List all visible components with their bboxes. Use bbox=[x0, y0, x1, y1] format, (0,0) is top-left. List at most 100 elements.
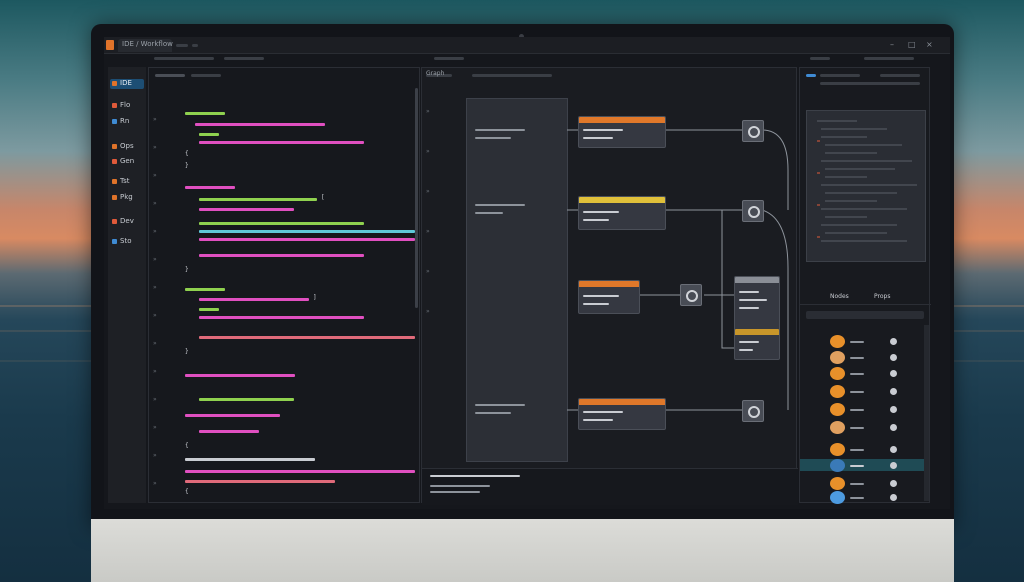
node-target-icon[interactable] bbox=[742, 400, 764, 422]
package-icon bbox=[112, 194, 117, 200]
editor-tab[interactable] bbox=[155, 74, 185, 77]
graph-node[interactable] bbox=[734, 276, 780, 360]
panel-tab[interactable]: Props bbox=[874, 293, 890, 300]
toolbar-item[interactable] bbox=[810, 57, 830, 60]
node-port[interactable] bbox=[583, 411, 623, 413]
node-port[interactable] bbox=[583, 419, 613, 421]
tab-label: IDE / Workflow bbox=[122, 40, 173, 48]
node-port[interactable] bbox=[739, 291, 759, 293]
tab-close-icon[interactable] bbox=[176, 44, 188, 47]
node-graph[interactable]: Graph » » » » » » bbox=[421, 67, 798, 505]
node-port[interactable] bbox=[583, 219, 609, 221]
fold-icon[interactable]: » bbox=[153, 200, 157, 207]
sidebar-item-label: Flo bbox=[120, 101, 131, 109]
node-thumb-icon bbox=[830, 335, 845, 348]
minimap[interactable] bbox=[806, 110, 926, 262]
info-icon[interactable] bbox=[890, 388, 897, 395]
sidebar-item-gen[interactable]: Gen bbox=[112, 157, 134, 167]
code-line bbox=[199, 254, 364, 257]
panel-tab[interactable]: Nodes bbox=[830, 293, 849, 300]
panel-toolbar-item[interactable] bbox=[880, 74, 920, 77]
sidebar-item-ops[interactable]: Ops bbox=[112, 142, 134, 152]
fold-icon[interactable]: » bbox=[153, 172, 157, 179]
node-header bbox=[735, 329, 779, 335]
toolbar-item[interactable] bbox=[434, 57, 464, 60]
sidebar-item-package[interactable]: Pkg bbox=[112, 193, 133, 203]
editor-scrollbar[interactable] bbox=[415, 88, 418, 308]
fold-icon[interactable]: » bbox=[153, 312, 157, 319]
fold-icon[interactable]: » bbox=[153, 228, 157, 235]
node-port[interactable] bbox=[583, 303, 609, 305]
info-icon[interactable] bbox=[890, 338, 897, 345]
node-thumb-icon bbox=[830, 403, 845, 416]
sidebar-item-dev[interactable]: Dev bbox=[112, 217, 134, 227]
sidebar-item-test[interactable]: Tst bbox=[112, 177, 130, 187]
fold-icon[interactable]: » bbox=[153, 116, 157, 123]
code-brace: } bbox=[185, 348, 189, 355]
minimize-icon[interactable]: – bbox=[890, 40, 894, 49]
sidebar-item-ide[interactable]: IDE bbox=[110, 79, 144, 89]
filter-bar[interactable] bbox=[806, 311, 924, 319]
toolbar-item[interactable] bbox=[224, 57, 264, 60]
toolbar-item[interactable] bbox=[864, 57, 914, 60]
editor-tab[interactable] bbox=[191, 74, 221, 77]
sidebar-item-label: Sto bbox=[120, 237, 132, 245]
info-icon[interactable] bbox=[890, 494, 897, 501]
fold-icon[interactable]: » bbox=[153, 284, 157, 291]
sidebar-item-label: Gen bbox=[120, 157, 135, 165]
panel-icon[interactable] bbox=[806, 74, 816, 77]
node-target-icon[interactable] bbox=[742, 200, 764, 222]
code-brace: } bbox=[185, 266, 189, 273]
node-port[interactable] bbox=[583, 137, 613, 139]
node-port[interactable] bbox=[739, 349, 753, 351]
node-port[interactable] bbox=[739, 299, 767, 301]
code-line bbox=[185, 414, 280, 417]
graph-node[interactable] bbox=[578, 196, 666, 230]
fold-icon[interactable]: » bbox=[153, 368, 157, 375]
node-target-icon[interactable] bbox=[680, 284, 702, 306]
panel-toolbar-item[interactable] bbox=[820, 82, 920, 85]
node-port[interactable] bbox=[583, 295, 619, 297]
node-target-icon[interactable] bbox=[742, 120, 764, 142]
fold-icon[interactable]: » bbox=[153, 424, 157, 431]
node-port[interactable] bbox=[739, 341, 759, 343]
graph-node[interactable] bbox=[578, 398, 666, 430]
info-icon[interactable] bbox=[890, 446, 897, 453]
fold-icon[interactable]: » bbox=[153, 144, 157, 151]
active-tab[interactable]: IDE / Workflow bbox=[118, 39, 173, 52]
info-icon[interactable] bbox=[890, 480, 897, 487]
layer-list-scrollbar[interactable] bbox=[924, 325, 929, 501]
right-panel: Nodes Props bbox=[799, 67, 931, 505]
fold-icon[interactable]: » bbox=[153, 256, 157, 263]
graph-node[interactable] bbox=[578, 116, 666, 148]
info-icon[interactable] bbox=[890, 406, 897, 413]
fold-icon[interactable]: » bbox=[153, 340, 157, 347]
sidebar-item-storage[interactable]: Sto bbox=[112, 237, 131, 247]
code-line bbox=[199, 298, 309, 301]
sidebar-item-run[interactable]: Rn bbox=[112, 117, 129, 127]
graph-node[interactable] bbox=[578, 280, 640, 314]
sidebar-item-flow[interactable]: Flo bbox=[112, 101, 130, 111]
node-thumb-icon bbox=[830, 477, 845, 490]
node-port[interactable] bbox=[583, 211, 619, 213]
new-tab-icon[interactable] bbox=[192, 44, 198, 47]
node-port[interactable] bbox=[583, 129, 623, 131]
fold-icon[interactable]: » bbox=[153, 396, 157, 403]
panel-toolbar-item[interactable] bbox=[820, 74, 860, 77]
info-icon[interactable] bbox=[890, 370, 897, 377]
code-line bbox=[185, 470, 415, 473]
info-icon[interactable] bbox=[890, 462, 897, 469]
console-panel[interactable] bbox=[422, 468, 798, 505]
toolbar-item[interactable] bbox=[154, 57, 214, 60]
code-editor[interactable]: » » » » » » » » » » » » » » { } [}]} … bbox=[148, 67, 420, 503]
maximize-icon[interactable]: □ bbox=[908, 40, 916, 49]
fold-icon[interactable]: » bbox=[153, 452, 157, 459]
fold-icon[interactable]: » bbox=[153, 480, 157, 487]
node-port[interactable] bbox=[739, 307, 759, 309]
info-icon[interactable] bbox=[890, 424, 897, 431]
code-brace: { bbox=[185, 442, 189, 449]
row-label bbox=[850, 357, 864, 359]
close-window-icon[interactable]: × bbox=[926, 40, 933, 49]
layer-list[interactable]: Nodes Props bbox=[800, 293, 931, 505]
info-icon[interactable] bbox=[890, 354, 897, 361]
